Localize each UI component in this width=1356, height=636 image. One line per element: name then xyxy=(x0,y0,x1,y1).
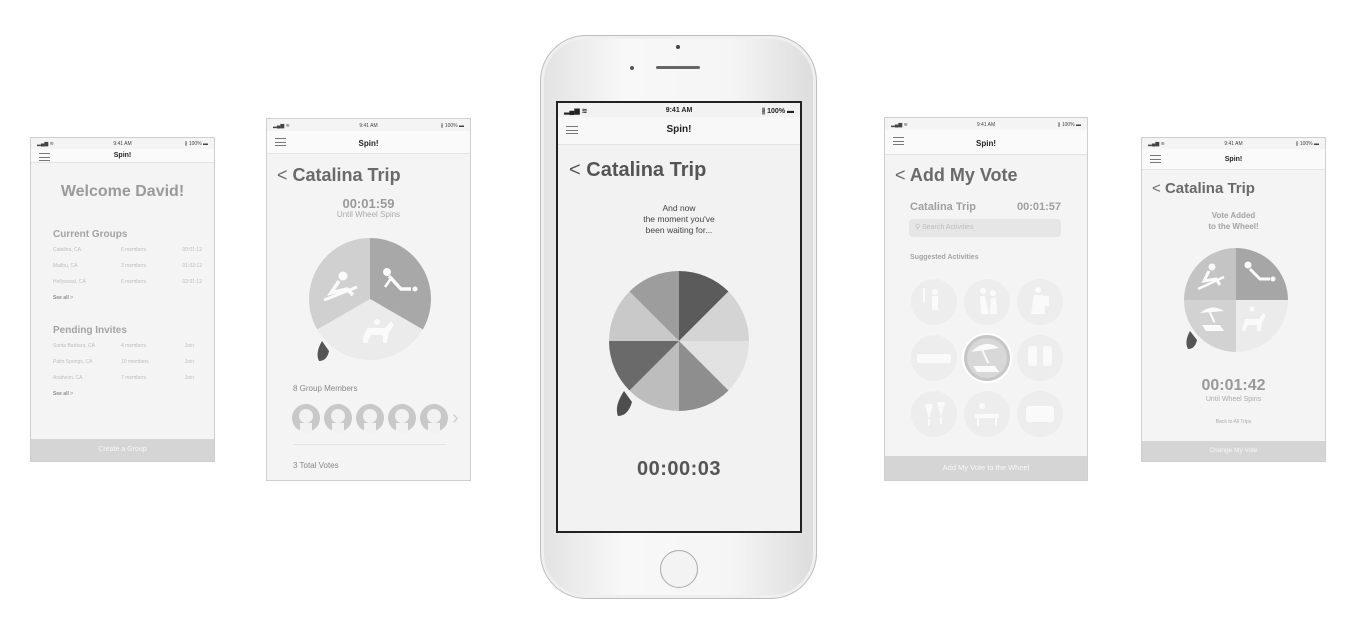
spin-screen: ▂▄▆ ≋ 9:41 AM ∦ 100% ▬ Spin! < Catalina … xyxy=(556,101,802,533)
nav-bar: Spin! xyxy=(31,149,214,163)
change-vote-button[interactable]: Change My Vote xyxy=(1142,441,1325,461)
dance-icon[interactable] xyxy=(964,279,1010,325)
pending-invites-heading: Pending Invites xyxy=(53,325,127,336)
nav-bar: Spin! xyxy=(558,117,800,145)
binoculars-icon[interactable] xyxy=(1017,335,1063,381)
wine-icon[interactable] xyxy=(911,391,957,437)
avatar-icon xyxy=(356,404,384,433)
confirmation-line: to the Wheel! xyxy=(1208,222,1259,231)
status-time: 9:41 AM xyxy=(113,141,132,147)
app-title: Spin! xyxy=(666,124,692,135)
countdown-timer: 00:01:59 xyxy=(342,196,395,211)
home-button[interactable] xyxy=(660,550,698,588)
nav-bar: Spin! xyxy=(885,130,1087,155)
spin-message-line: And now xyxy=(662,203,696,213)
trip-screen: ▂▄▆ ≋ 9:41 AM ∦ 100% ▬ Spin! < Catalina … xyxy=(266,118,471,481)
chevron-right-icon[interactable]: › xyxy=(452,407,459,430)
hamburger-icon[interactable] xyxy=(275,138,286,149)
countdown-timer: 00:01:42 xyxy=(1201,377,1266,394)
page-title: < Add My Vote xyxy=(895,165,1018,185)
app-title: Spin! xyxy=(1224,156,1243,163)
search-input[interactable]: ⚲ Search Activities xyxy=(909,219,1061,237)
add-vote-screen: ▂▄▆ ≋ 9:41 AM ∦ 100% ▬ Spin! < Add My Vo… xyxy=(884,117,1088,481)
hamburger-icon[interactable] xyxy=(1150,155,1161,166)
total-votes-label: 3 Total Votes xyxy=(293,461,339,470)
vote-wheel xyxy=(309,238,431,361)
status-time: 9:41 AM xyxy=(359,122,378,129)
hamburger-icon[interactable] xyxy=(566,126,578,137)
members-label: 8 Group Members xyxy=(293,384,358,393)
create-group-button[interactable]: Create a Group xyxy=(31,439,214,461)
vote-added-screen: ▂▄▆ ≋ 9:41 AM ∦ 100% ▬ Spin! < Catalina … xyxy=(1141,137,1326,462)
see-all-invites-link[interactable]: See all > xyxy=(53,391,73,397)
trip-title: < Catalina Trip xyxy=(1152,180,1255,197)
timer-caption: Until Wheel Spins xyxy=(1205,396,1262,403)
confirmation-line: Vote Added xyxy=(1211,211,1256,220)
wheel-pointer-icon xyxy=(317,341,329,361)
home-screen: ▂▄▆ ≋ 9:41 AM ∦ 100% ▬ Spin! Welcome Dav… xyxy=(30,137,215,462)
beach-umbrella-icon[interactable] xyxy=(962,333,1012,383)
trip-title: < Catalina Trip xyxy=(277,165,401,185)
add-vote-button[interactable]: Add My Vote to the Wheel xyxy=(885,456,1087,480)
timer-caption: Until Wheel Spins xyxy=(336,210,401,219)
status-time: 9:41 AM xyxy=(665,107,693,114)
iphone-mockup: ▂▄▆ ≋ 9:41 AM ∦ 100% ▬ Spin! < Catalina … xyxy=(540,35,817,599)
current-groups-heading: Current Groups xyxy=(53,229,128,240)
status-bar: ▂▄▆ ≋ 9:41 AM ∦ 100% ▬ xyxy=(558,103,800,118)
activity-grid xyxy=(911,279,1063,437)
avatar-icon xyxy=(388,404,416,433)
front-camera xyxy=(630,66,634,70)
vote-wheel xyxy=(1184,248,1288,352)
back-chevron-icon[interactable]: < xyxy=(277,165,288,185)
wheel-pointer-icon xyxy=(1186,331,1197,349)
app-title: Spin! xyxy=(358,139,379,148)
avatar-icon xyxy=(324,404,352,433)
welcome-heading: Welcome David! xyxy=(60,183,185,200)
back-chevron-icon[interactable]: < xyxy=(569,159,581,181)
status-time: 9:41 AM xyxy=(976,121,996,128)
divider xyxy=(293,444,446,445)
nav-bar: Spin! xyxy=(1142,149,1325,170)
avatar-icon xyxy=(292,404,320,433)
camera-dot xyxy=(676,45,680,49)
nav-bar: Spin! xyxy=(267,131,470,154)
back-to-trips-link[interactable]: Back to All Trips xyxy=(1142,419,1325,425)
spin-message-line: the moment you've xyxy=(643,214,715,224)
see-all-groups-link[interactable]: See all > xyxy=(53,295,73,301)
back-chevron-icon[interactable]: < xyxy=(1152,180,1161,197)
trip-title: < Catalina Trip xyxy=(569,159,707,181)
join-button[interactable]: Join xyxy=(185,375,194,381)
spinning-wheel xyxy=(609,271,749,416)
countdown-timer: 00:01:57 xyxy=(1016,201,1061,213)
wheel-pointer-icon xyxy=(616,391,632,416)
app-title: Spin! xyxy=(113,152,132,159)
countdown-timer: 00:00:03 xyxy=(636,458,722,480)
join-button[interactable]: Join xyxy=(185,343,194,349)
trip-name: Catalina Trip xyxy=(910,201,977,213)
avatar-icon xyxy=(420,404,448,433)
search-icon: ⚲ xyxy=(915,224,921,231)
join-button[interactable]: Join xyxy=(185,359,194,365)
suggested-heading: Suggested Activities xyxy=(910,254,979,261)
hamburger-icon[interactable] xyxy=(39,153,50,164)
hamburger-icon[interactable] xyxy=(893,137,904,148)
app-title: Spin! xyxy=(976,139,996,148)
member-avatars[interactable]: › xyxy=(291,403,459,433)
status-time: 9:41 AM xyxy=(1224,141,1243,147)
earpiece-speaker xyxy=(656,66,700,69)
back-chevron-icon[interactable]: < xyxy=(895,165,906,185)
spin-message-line: been waiting for... xyxy=(645,225,713,235)
